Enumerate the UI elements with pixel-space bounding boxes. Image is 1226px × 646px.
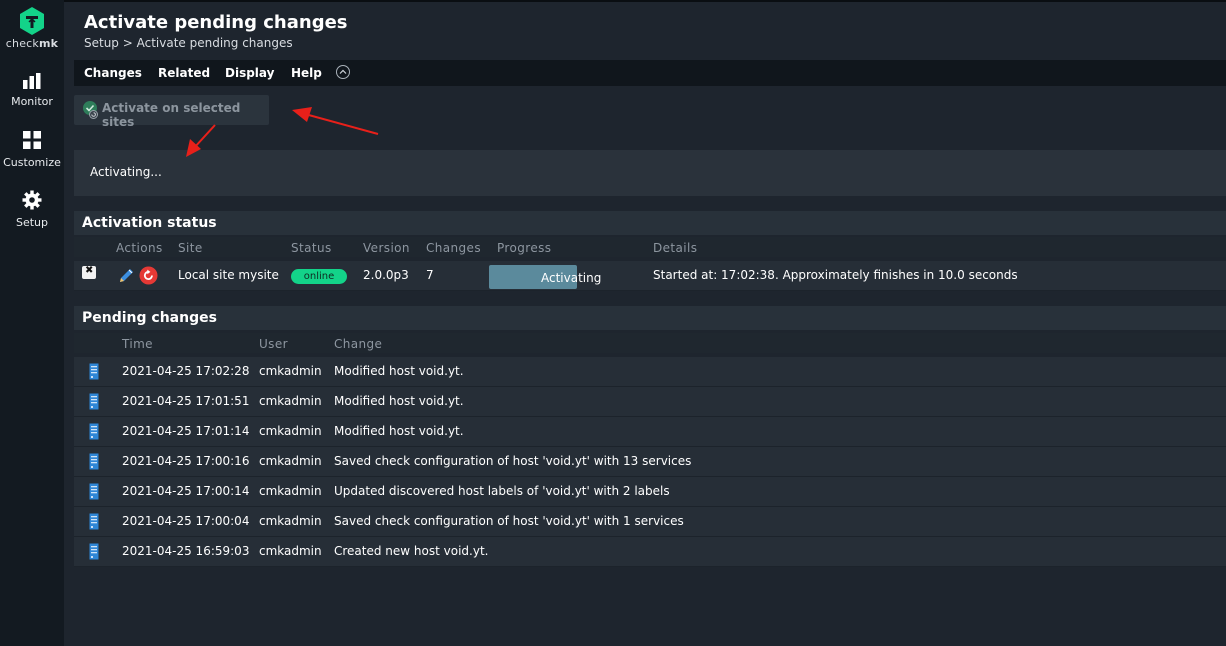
activation-status-title: Activation status [74,211,1226,235]
change-description: Created new host void.yt. [334,544,489,558]
progress-bar: Activating [489,265,649,289]
site-name: Local site mysite [178,268,279,282]
change-user: cmkadmin [259,544,322,558]
host-server-icon [89,363,99,380]
host-server-icon [89,393,99,410]
chevron-up-icon [339,69,347,74]
change-user: cmkadmin [259,514,322,528]
host-server-icon [89,453,99,470]
change-description: Saved check configuration of host 'void.… [334,454,692,468]
activation-details: Started at: 17:02:38. Approximately fini… [653,268,1018,282]
edit-pencil-icon[interactable] [117,267,135,285]
change-time: 2021-04-25 17:01:51 [122,394,250,408]
col-time: Time [122,337,153,351]
nav-customize-label: Customize [3,156,61,169]
activation-message-text: Activating... [90,165,162,179]
pending-changes-title-text: Pending changes [82,310,217,326]
progress-label: Activating [541,271,602,285]
col-status: Status [291,241,332,255]
page-title: Activate pending changes [84,12,348,33]
pending-change-row: 2021-04-25 17:00:14 cmkadmin Updated disco… [74,477,1226,507]
grid-icon [23,131,41,149]
nav-customize[interactable]: Customize [0,130,64,169]
bar-chart-icon [23,73,41,89]
deselect-site-button[interactable]: ✖ [82,265,96,279]
restart-icon[interactable] [139,266,158,285]
change-time: 2021-04-25 17:02:28 [122,364,250,378]
checkmk-logo[interactable]: checkmk [0,6,64,50]
status-badge: online [291,269,347,284]
change-user: cmkadmin [259,484,322,498]
collapse-menu-button[interactable] [336,65,350,79]
nav-setup[interactable]: Setup [0,190,64,229]
site-version: 2.0.0p3 [363,268,409,282]
check-circle-icon [83,101,98,119]
change-time: 2021-04-25 17:00:16 [122,454,250,468]
site-row: ✖ Local site mysite online 2.0.0p3 7 Act… [74,261,1226,291]
pending-changes-header: Time User Change [74,333,1226,353]
empty-area [74,567,1226,646]
pending-change-row: 2021-04-25 17:00:16 cmkadmin Saved check c… [74,447,1226,477]
activation-status-title-text: Activation status [82,215,217,231]
pending-change-row: 2021-04-25 17:00:04 cmkadmin Saved check c… [74,507,1226,537]
menu-display[interactable]: Display [225,66,274,80]
host-server-icon [89,513,99,530]
menu-changes[interactable]: Changes [84,66,142,80]
title-bar: Activate pending changes Setup > Activat… [64,0,1226,58]
host-server-icon [89,483,99,500]
close-icon: ✖ [85,265,94,276]
activate-selected-sites-button[interactable]: Activate on selected sites [74,95,269,129]
gear-icon [22,190,42,210]
col-site: Site [178,241,203,255]
activation-message: Activating... [74,150,1226,196]
site-changes-count: 7 [426,268,434,282]
change-description: Modified host void.yt. [334,364,464,378]
change-time: 2021-04-25 16:59:03 [122,544,250,558]
nav-monitor-label: Monitor [11,95,53,108]
change-description: Saved check configuration of host 'void.… [334,514,684,528]
menu-help[interactable]: Help [291,66,322,80]
change-user: cmkadmin [259,424,322,438]
nav-monitor[interactable]: Monitor [0,72,64,108]
logo-text: checkmk [5,37,59,50]
col-user: User [259,337,288,351]
nav-setup-label: Setup [15,216,49,229]
main-content: Activate pending changes Setup > Activat… [64,0,1226,646]
change-user: cmkadmin [259,364,322,378]
change-time: 2021-04-25 17:01:14 [122,424,250,438]
change-description: Modified host void.yt. [334,424,464,438]
activation-status-header: Actions Site Status Version Changes Prog… [74,237,1226,257]
activate-button-label: Activate on selected sites [102,101,241,129]
change-description: Modified host void.yt. [334,394,464,408]
pending-change-row: 2021-04-25 17:01:14 cmkadmin Modified host… [74,417,1226,447]
checkmk-logo-icon [20,7,44,35]
col-version: Version [363,241,410,255]
col-details: Details [653,241,698,255]
host-server-icon [89,423,99,440]
breadcrumb[interactable]: Setup > Activate pending changes [84,36,293,50]
change-description: Updated discovered host labels of 'void.… [334,484,670,498]
change-user: cmkadmin [259,394,322,408]
menu-related[interactable]: Related [158,66,210,80]
col-progress: Progress [497,241,552,255]
change-time: 2021-04-25 17:00:14 [122,484,250,498]
pending-change-row: 2021-04-25 16:59:03 cmkadmin Created new h… [74,537,1226,567]
sidebar: checkmk Monitor Customize Setup [0,0,64,646]
pending-change-row: 2021-04-25 17:01:51 cmkadmin Modified host… [74,387,1226,417]
col-actions: Actions [116,241,163,255]
host-server-icon [89,543,99,560]
pending-change-row: 2021-04-25 17:02:28 cmkadmin Modified host… [74,357,1226,387]
change-time: 2021-04-25 17:00:04 [122,514,250,528]
col-change: Change [334,337,383,351]
col-changes: Changes [426,241,481,255]
pending-changes-title: Pending changes [74,306,1226,330]
change-user: cmkadmin [259,454,322,468]
menu-bar: Changes Related Display Help [74,60,1226,86]
